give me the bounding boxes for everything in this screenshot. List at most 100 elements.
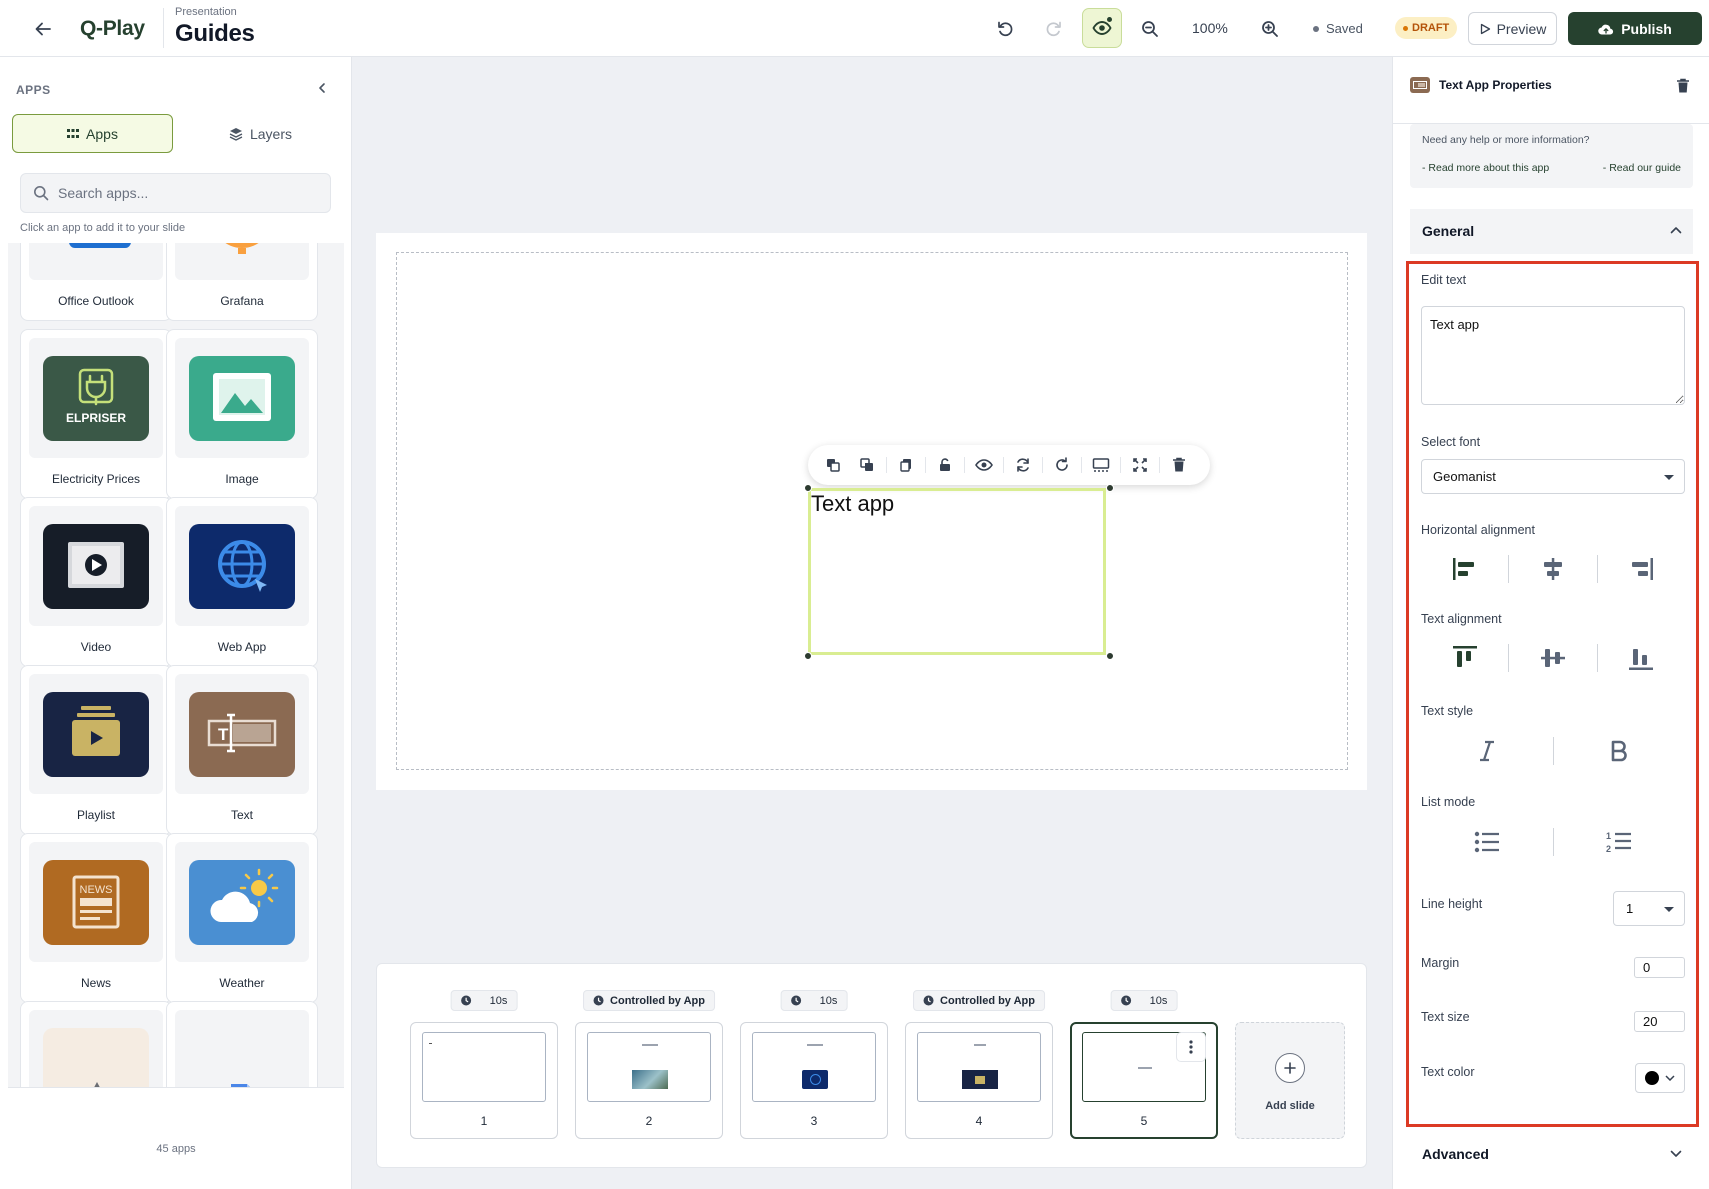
slide-duration[interactable]: Controlled by App (583, 990, 715, 1011)
bring-forward-icon[interactable] (816, 450, 850, 480)
text-app-element[interactable]: Text app (808, 488, 1106, 655)
section-advanced-header[interactable]: Advanced (1410, 1132, 1693, 1177)
section-advanced-title: Advanced (1422, 1146, 1489, 1162)
app-thumbnail (175, 842, 309, 962)
video-icon (43, 523, 149, 609)
slide-thumbnail[interactable]: 4 (905, 1022, 1053, 1139)
search-input[interactable] (58, 185, 318, 201)
publish-button[interactable]: Publish (1568, 12, 1702, 45)
margin-input[interactable] (1634, 957, 1685, 978)
more-options-icon[interactable] (1176, 1032, 1206, 1062)
app-card-partial[interactable] (20, 1001, 172, 1087)
app-card-grafana[interactable]: Grafana (166, 243, 318, 321)
clock-icon (1121, 995, 1132, 1006)
eye-icon[interactable] (967, 450, 1001, 480)
section-general-header[interactable]: General (1410, 209, 1693, 254)
align-bottom-icon[interactable] (1598, 638, 1685, 678)
apps-grid[interactable]: Office Outlook Grafana ELPRISER Electric… (8, 243, 344, 1087)
app-thumbnail (175, 506, 309, 626)
duplicate-icon[interactable] (889, 450, 923, 480)
zoom-out-icon[interactable] (1137, 16, 1163, 42)
color-swatch (1645, 1071, 1659, 1085)
app-card-image[interactable]: Image (166, 329, 318, 499)
shapes-icon (43, 1027, 149, 1087)
brand-logo[interactable]: Q-Play (80, 17, 145, 41)
text-size-input[interactable] (1634, 1011, 1685, 1032)
app-card-electricity-prices[interactable]: ELPRISER Electricity Prices (20, 329, 172, 499)
send-backward-icon[interactable] (850, 450, 884, 480)
app-card-office-outlook[interactable]: Office Outlook (20, 243, 172, 321)
delete-element-icon[interactable] (1162, 450, 1196, 480)
zoom-in-icon[interactable] (1257, 16, 1283, 42)
resize-handle-bottom-right[interactable] (1106, 652, 1114, 660)
grid-icon (67, 128, 80, 138)
preview-button[interactable]: Preview (1468, 12, 1557, 45)
preview-label: Preview (1496, 20, 1547, 37)
slide-thumbnail[interactable]: 2 (575, 1022, 723, 1139)
fit-to-screen-icon[interactable] (1084, 450, 1118, 480)
text-color-picker[interactable] (1635, 1063, 1685, 1093)
app-card-web-app[interactable]: Web App (166, 497, 318, 667)
add-slide-button[interactable]: Add slide (1235, 1022, 1345, 1139)
resize-handle-top-left[interactable] (804, 484, 812, 492)
select-font-label: Select font (1421, 435, 1481, 449)
app-card-playlist[interactable]: Playlist (20, 665, 172, 835)
draft-badge: DRAFT (1395, 17, 1458, 39)
italic-icon[interactable] (1421, 731, 1553, 771)
bullet-list-icon[interactable] (1421, 822, 1553, 862)
line-height-value: 1 (1626, 901, 1634, 916)
align-top-icon[interactable] (1421, 638, 1508, 678)
align-right-icon[interactable] (1598, 549, 1685, 589)
back-arrow-icon[interactable] (30, 16, 56, 42)
chevron-down-icon (1665, 1075, 1675, 1081)
slide-duration[interactable]: 10s (1110, 990, 1178, 1011)
slide-canvas[interactable]: Text app (376, 233, 1367, 790)
app-label: Text (230, 808, 253, 822)
rotate-icon[interactable] (1045, 450, 1079, 480)
read-more-link[interactable]: - Read more about this app (1422, 162, 1549, 174)
slide-duration[interactable]: 10s (780, 990, 848, 1011)
bold-icon[interactable] (1554, 731, 1686, 771)
app-card-weather[interactable]: Weather (166, 833, 318, 1003)
edit-text-field[interactable]: Text app (1421, 306, 1685, 405)
chevron-down-icon (1669, 1147, 1683, 1161)
plug-icon: ELPRISER (43, 355, 149, 441)
slide-number: 5 (1140, 1114, 1148, 1128)
slide-duration[interactable]: 10s (450, 990, 518, 1011)
text-app-icon (1410, 77, 1430, 93)
refresh-icon[interactable] (1006, 450, 1040, 480)
tab-layers[interactable]: Layers (180, 114, 341, 153)
undo-icon[interactable] (992, 16, 1018, 42)
status-dot (1313, 25, 1319, 32)
unlock-icon[interactable] (928, 450, 962, 480)
delete-app-icon[interactable] (1673, 76, 1693, 96)
page-title[interactable]: Guides (175, 20, 255, 48)
visibility-toggle[interactable] (1082, 8, 1122, 48)
numbered-list-icon[interactable]: 12 (1554, 822, 1686, 862)
expand-icon[interactable] (1123, 450, 1157, 480)
app-card-video[interactable]: Video (20, 497, 172, 667)
slide-thumbnail-active[interactable]: 5 (1070, 1022, 1218, 1139)
collapse-sidebar-icon[interactable] (312, 78, 332, 98)
tab-apps[interactable]: Apps (12, 114, 173, 153)
redo-icon[interactable] (1041, 16, 1067, 42)
text-app-content[interactable]: Text app (811, 491, 894, 517)
slide-duration[interactable]: Controlled by App (913, 990, 1045, 1011)
align-middle-icon[interactable] (1509, 638, 1596, 678)
news-icon: NEWS (43, 859, 149, 945)
resize-handle-bottom-left[interactable] (804, 652, 812, 660)
slide-thumbnail[interactable]: 3 (740, 1022, 888, 1139)
app-card-partial[interactable] (166, 1001, 318, 1087)
app-card-text[interactable]: T Text (166, 665, 318, 835)
app-label: News (80, 976, 111, 990)
svg-text:T: T (218, 725, 229, 744)
app-card-news[interactable]: NEWS News (20, 833, 172, 1003)
align-center-icon[interactable] (1509, 549, 1596, 589)
read-guide-link[interactable]: - Read our guide (1603, 162, 1681, 174)
app-thumbnail (29, 243, 163, 280)
slide-thumbnail[interactable]: 1 (410, 1022, 558, 1139)
resize-handle-top-right[interactable] (1106, 484, 1114, 492)
font-select[interactable]: Geomanist (1421, 459, 1685, 494)
line-height-select[interactable]: 1 (1613, 891, 1685, 926)
align-left-icon[interactable] (1421, 549, 1508, 589)
